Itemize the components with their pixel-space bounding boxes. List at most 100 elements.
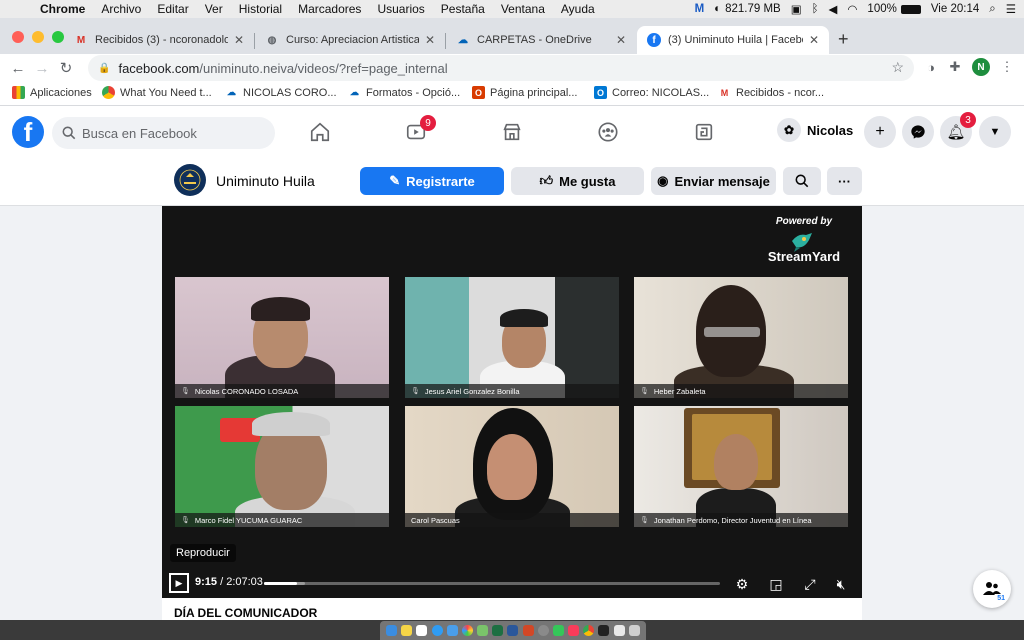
video-player[interactable]: Powered by StreamYard 🎙︎ Nicolas CORONAD… <box>162 206 862 598</box>
nav-groups[interactable] <box>588 116 628 148</box>
nav-home[interactable] <box>300 116 340 148</box>
maximize-window-button[interactable] <box>52 31 64 43</box>
contacts-chat-button[interactable]: 51 <box>973 570 1011 608</box>
menu-historial[interactable]: Historial <box>239 2 282 16</box>
menu-app-name[interactable]: Chrome <box>40 2 85 16</box>
menu-ayuda[interactable]: Ayuda <box>561 2 595 16</box>
excel-icon[interactable] <box>492 625 504 636</box>
nav-gaming[interactable] <box>684 116 724 148</box>
safari-icon[interactable] <box>431 625 443 636</box>
menu-pestana[interactable]: Pestaña <box>441 2 485 16</box>
page-search-button[interactable] <box>783 167 821 195</box>
page-avatar[interactable] <box>174 164 206 196</box>
minimize-window-button[interactable] <box>32 31 44 43</box>
finder-icon[interactable] <box>386 625 398 636</box>
settings-gear-icon[interactable]: ⚙ <box>733 575 751 593</box>
extensions-puzzle-icon[interactable]: ✚ <box>946 58 964 76</box>
close-tab-icon[interactable]: ✕ <box>234 33 244 47</box>
nav-watch[interactable]: 9 <box>396 115 436 148</box>
participant-tile: 🎙︎ Nicolas CORONADO LOSADA <box>175 277 389 398</box>
participant-tile: 🎙︎ Jonathan Perdomo, Director Juventud e… <box>634 406 848 527</box>
back-button[interactable]: ← <box>6 56 30 80</box>
menubar-clock[interactable]: Vie 20:14 <box>931 3 979 15</box>
send-message-button[interactable]: ◉ Enviar mensaje <box>651 167 776 195</box>
bookmark-what-you-need[interactable]: What You Need t... <box>102 86 212 99</box>
video-progress-bar[interactable] <box>264 582 720 585</box>
register-button[interactable]: ✎ Registrarte <box>360 167 504 195</box>
create-button[interactable]: + <box>864 116 896 148</box>
calendar-icon[interactable] <box>416 625 428 636</box>
close-window-button[interactable] <box>12 31 24 43</box>
menu-usuarios[interactable]: Usuarios <box>377 2 424 16</box>
lock-icon[interactable]: 🔒 <box>98 63 110 74</box>
reload-button[interactable]: ↻ <box>54 56 78 80</box>
messages-icon[interactable] <box>552 625 564 636</box>
bookmark-nicolas-coro[interactable]: ☁ NICOLAS CORO... <box>225 86 337 99</box>
menu-archivo[interactable]: Archivo <box>101 2 141 16</box>
profile-avatar[interactable]: N <box>972 58 990 76</box>
menu-ver[interactable]: Ver <box>205 2 223 16</box>
extension-circle-icon[interactable]: ◑ <box>922 58 940 76</box>
bookmark-formatos[interactable]: ☁ Formatos - Opció... <box>348 86 460 99</box>
control-center-icon[interactable]: ☰ <box>1006 2 1016 16</box>
page-title[interactable]: Uniminuto Huila <box>216 173 315 189</box>
bookmark-correo[interactable]: O Correo: NICOLAS... <box>594 86 709 99</box>
address-bar[interactable]: 🔒 facebook.com/uniminuto.neiva/videos/?r… <box>88 55 914 81</box>
play-button[interactable]: ▶ <box>169 573 189 593</box>
wifi-icon[interactable]: ◠ <box>847 2 857 16</box>
close-tab-icon[interactable]: ✕ <box>616 33 626 47</box>
bookmark-pagina-principal[interactable]: O Página principal... <box>472 86 577 99</box>
browser-menu-icon[interactable]: ⋮ <box>998 58 1016 76</box>
settings-icon[interactable] <box>537 625 549 636</box>
profile-link[interactable]: ✿ Nicolas <box>777 118 853 142</box>
volume-icon[interactable]: ◀ <box>829 2 838 16</box>
bookmark-recibidos[interactable]: M Recibidos - ncor... <box>718 86 824 99</box>
account-menu-button[interactable]: ▼ <box>979 116 1011 148</box>
word-icon[interactable] <box>507 625 519 636</box>
facebook-search-input[interactable]: Busca en Facebook <box>52 117 275 149</box>
fullscreen-icon[interactable]: ⤢ <box>801 575 819 593</box>
spotlight-search-icon[interactable]: ⌕ <box>989 3 995 16</box>
trash-icon[interactable] <box>628 625 640 636</box>
powerpoint-icon[interactable] <box>522 625 534 636</box>
memory-status[interactable]: ◐ 821.79 MB <box>714 3 781 15</box>
bookmark-star-icon[interactable]: ☆ <box>891 59 904 76</box>
office-icon: O <box>472 86 485 99</box>
music-icon[interactable] <box>568 625 580 636</box>
bluetooth-icon[interactable]: ᛒ <box>812 3 819 15</box>
like-page-button[interactable]: 👍︎ Me gusta <box>511 167 644 195</box>
tab-gmail[interactable]: M Recibidos (3) - ncoronadolo@u ✕ <box>64 26 254 54</box>
forward-button[interactable]: → <box>30 56 54 80</box>
bookmark-apps[interactable]: Aplicaciones <box>12 86 92 99</box>
streamyard-logo-icon <box>792 233 812 252</box>
photos-icon[interactable] <box>461 625 473 636</box>
picture-in-picture-icon[interactable]: ◲ <box>767 575 785 593</box>
notes-icon[interactable] <box>401 625 413 636</box>
maps-icon[interactable] <box>477 625 489 636</box>
tab-course[interactable]: ◍ Curso: Apreciacion Artistica ✕ <box>255 26 445 54</box>
powered-by-text: Powered by <box>775 216 833 227</box>
mail-icon[interactable] <box>446 625 458 636</box>
new-tab-button[interactable]: + <box>838 29 849 50</box>
notifications-button[interactable]: 🔔︎ 3 <box>940 112 976 148</box>
more-options-button[interactable]: ··· <box>827 167 862 195</box>
nav-marketplace[interactable] <box>492 116 532 148</box>
facebook-logo-icon[interactable]: f <box>12 116 44 148</box>
menu-marcadores[interactable]: Marcadores <box>298 2 361 16</box>
terminal-icon[interactable] <box>598 625 610 636</box>
search-placeholder: Busca en Facebook <box>82 125 197 141</box>
close-tab-icon[interactable]: ✕ <box>425 33 435 47</box>
documents-icon[interactable] <box>613 625 625 636</box>
mute-volume-icon[interactable]: 🔇︎ <box>832 575 850 593</box>
tab-facebook[interactable]: f (3) Uniminuto Huila | Facebook ✕ <box>637 26 829 54</box>
malwarebytes-icon[interactable]: M <box>695 3 705 15</box>
close-tab-icon[interactable]: ✕ <box>809 33 819 47</box>
cast-icon[interactable]: ▣ <box>791 2 802 16</box>
battery-status[interactable]: 100% <box>867 3 921 15</box>
menu-ventana[interactable]: Ventana <box>501 2 545 16</box>
messenger-button[interactable] <box>902 116 934 148</box>
tab-onedrive[interactable]: ☁ CARPETAS - OneDrive ✕ <box>446 26 636 54</box>
chrome-icon[interactable] <box>583 625 595 636</box>
menu-editar[interactable]: Editar <box>157 2 188 16</box>
video-progress-fill <box>264 582 297 585</box>
